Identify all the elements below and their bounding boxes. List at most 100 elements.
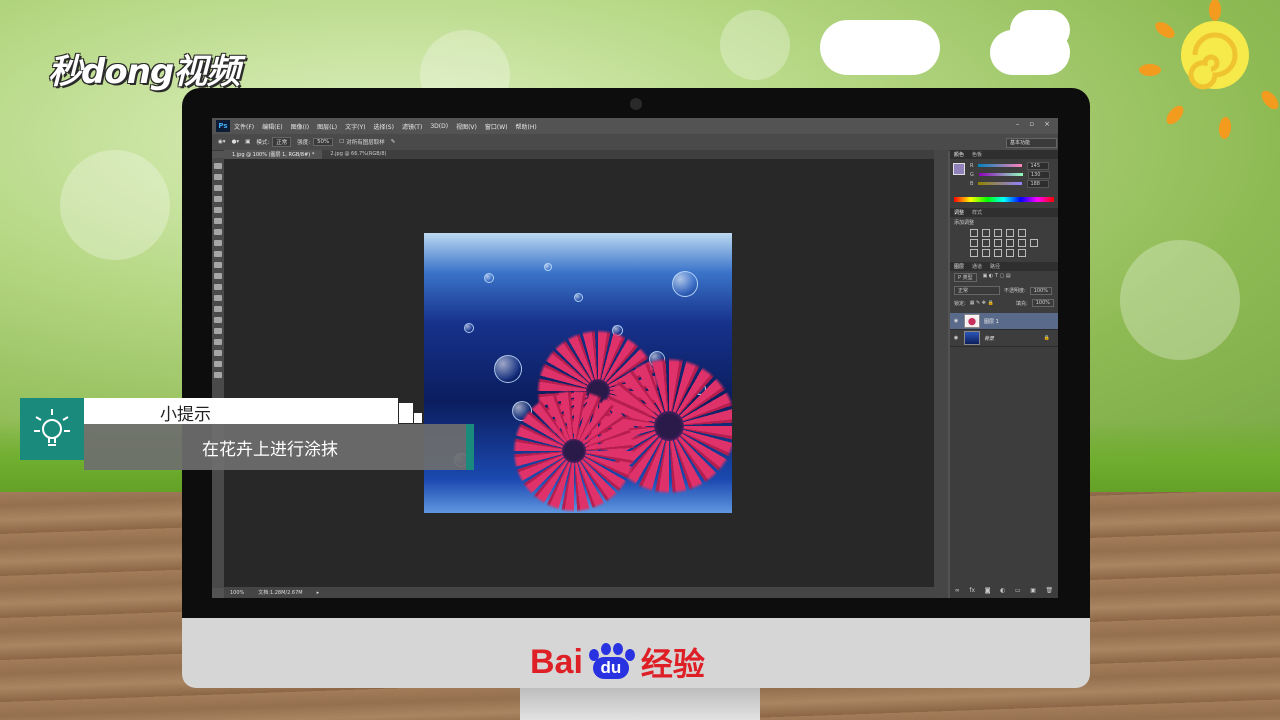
eye-icon[interactable]: ◉ — [952, 335, 960, 341]
menu-layer[interactable]: 图层(L) — [317, 122, 337, 131]
pen-tool-icon[interactable] — [214, 317, 222, 323]
tab-styles[interactable]: 样式 — [972, 209, 982, 216]
dodge-tool-icon[interactable] — [214, 306, 222, 312]
channel-mixer-icon[interactable] — [1018, 239, 1026, 247]
brush-size-icon[interactable]: ●▾ — [232, 139, 240, 145]
brush-tool-icon[interactable] — [214, 240, 222, 246]
red-slider[interactable] — [978, 164, 1023, 167]
threshold-icon[interactable] — [994, 249, 1002, 257]
eraser-tool-icon[interactable] — [214, 273, 222, 279]
tab-channels[interactable]: 通道 — [972, 263, 982, 270]
history-brush-tool-icon[interactable] — [214, 262, 222, 268]
menu-select[interactable]: 选择(S) — [373, 122, 394, 131]
delete-layer-icon[interactable]: 🗑 — [1046, 587, 1054, 594]
hue-saturation-icon[interactable] — [970, 239, 978, 247]
layer-style-icon[interactable]: fx — [969, 587, 975, 594]
bokeh-light — [720, 10, 790, 80]
restore-button[interactable]: ▫ — [1029, 120, 1034, 128]
zoom-level[interactable]: 100% — [230, 590, 244, 596]
menu-image[interactable]: 图像(I) — [291, 122, 309, 131]
menu-view[interactable]: 视图(V) — [456, 122, 477, 131]
green-slider[interactable] — [978, 173, 1023, 176]
tab-document-2[interactable]: 2.jpg @ 66.7%(RGB/8) — [322, 150, 394, 159]
strength-input[interactable]: 50% — [313, 138, 334, 146]
eye-icon[interactable]: ◉ — [952, 318, 960, 324]
tab-swatches[interactable]: 色板 — [972, 151, 982, 158]
levels-icon[interactable] — [982, 229, 990, 237]
exposure-icon[interactable] — [1006, 229, 1014, 237]
filter-icons[interactable]: ▣ ◐ T ▢ ▤ — [983, 273, 1011, 282]
blue-slider[interactable] — [978, 182, 1023, 185]
type-tool-icon[interactable] — [214, 328, 222, 334]
add-mask-icon[interactable]: ◙ — [985, 587, 991, 594]
link-layers-icon[interactable]: ∞ — [955, 587, 960, 594]
gradient-tool-icon[interactable] — [214, 284, 222, 290]
mode-select[interactable]: 正常 — [272, 137, 292, 147]
blue-value[interactable]: 188 — [1027, 179, 1050, 188]
tab-layers[interactable]: 图层 — [954, 263, 964, 270]
tools-panel — [212, 158, 224, 588]
menu-type[interactable]: 文字(Y) — [345, 122, 365, 131]
flower-photo[interactable] — [424, 233, 732, 513]
close-button[interactable]: × — [1044, 120, 1050, 128]
tab-color[interactable]: 颜色 — [954, 151, 964, 158]
menu-edit[interactable]: 编辑(E) — [262, 122, 282, 131]
blur-tool-icon[interactable] — [214, 295, 222, 301]
tab-paths[interactable]: 路径 — [990, 263, 1000, 270]
crop-tool-icon[interactable] — [214, 207, 222, 213]
selective-color-icon[interactable] — [1018, 249, 1026, 257]
gradient-map-icon[interactable] — [1006, 249, 1014, 257]
tab-adjustments[interactable]: 调整 — [954, 209, 964, 216]
green-value[interactable]: 130 — [1027, 170, 1050, 179]
photo-filter-icon[interactable] — [1006, 239, 1014, 247]
red-value[interactable]: 145 — [1027, 161, 1050, 170]
menu-file[interactable]: 文件(F) — [234, 122, 254, 131]
tab-document-1[interactable]: 1.jpg @ 100% (图层 1, RGB/8#) * — [224, 150, 323, 159]
color-spectrum[interactable] — [954, 197, 1054, 202]
new-adjustment-icon[interactable]: ◐ — [1000, 587, 1005, 594]
blend-mode-select[interactable]: 正常 — [954, 286, 1000, 295]
sample-all-checkbox[interactable]: ☐ — [339, 139, 344, 145]
workspace-select[interactable]: 基本功能 — [1006, 138, 1057, 148]
move-tool-icon[interactable] — [214, 163, 222, 169]
menu-window[interactable]: 窗口(W) — [485, 122, 508, 131]
new-group-icon[interactable]: ▭ — [1015, 587, 1021, 594]
zoom-tool-icon[interactable] — [214, 372, 222, 378]
path-select-tool-icon[interactable] — [214, 339, 222, 345]
color-lookup-icon[interactable] — [1030, 239, 1038, 247]
stamp-tool-icon[interactable] — [214, 251, 222, 257]
menu-3d[interactable]: 3D(D) — [430, 123, 448, 130]
opacity-input[interactable]: 100% — [1029, 286, 1052, 295]
foreground-color-swatch[interactable] — [953, 163, 965, 175]
color-balance-icon[interactable] — [982, 239, 990, 247]
invert-icon[interactable] — [970, 249, 978, 257]
hand-tool-icon[interactable] — [214, 361, 222, 367]
layer-row[interactable]: ◉ 背景 🔒 — [950, 330, 1058, 347]
bokeh-light — [1120, 240, 1240, 360]
status-menu-arrow-icon[interactable]: ▸ — [317, 590, 320, 596]
layer-filter-select[interactable]: P 类型 — [954, 273, 977, 282]
curves-icon[interactable] — [994, 229, 1002, 237]
new-layer-icon[interactable]: ▣ — [1030, 587, 1036, 594]
posterize-icon[interactable] — [982, 249, 990, 257]
healing-tool-icon[interactable] — [214, 229, 222, 235]
options-bar: ◉▾ ●▾ ▣ 模式: 正常 强度: 50% ☐ 对所有图层取样 ✎ — [212, 134, 1058, 151]
brightness-icon[interactable] — [970, 229, 978, 237]
minimize-button[interactable]: – — [1016, 120, 1020, 128]
layer-row[interactable]: ◉ 图层 1 — [950, 313, 1058, 330]
black-white-icon[interactable] — [994, 239, 1002, 247]
blue-channel-row: B 188 — [950, 179, 1058, 188]
fill-input[interactable]: 100% — [1031, 299, 1054, 307]
quick-select-tool-icon[interactable] — [214, 196, 222, 202]
lasso-tool-icon[interactable] — [214, 185, 222, 191]
vibrance-icon[interactable] — [1018, 229, 1026, 237]
menu-help[interactable]: 帮助(H) — [516, 122, 537, 131]
eyedropper-tool-icon[interactable] — [214, 218, 222, 224]
marquee-tool-icon[interactable] — [214, 174, 222, 180]
pressure-icon[interactable]: ✎ — [391, 139, 396, 145]
tool-preset-icon[interactable]: ◉▾ — [218, 139, 226, 145]
menu-filter[interactable]: 滤镜(T) — [402, 122, 422, 131]
shape-tool-icon[interactable] — [214, 350, 222, 356]
lock-icons[interactable]: ▦ ✎ ✥ 🔒 — [970, 300, 994, 306]
brush-panel-icon[interactable]: ▣ — [245, 139, 250, 145]
